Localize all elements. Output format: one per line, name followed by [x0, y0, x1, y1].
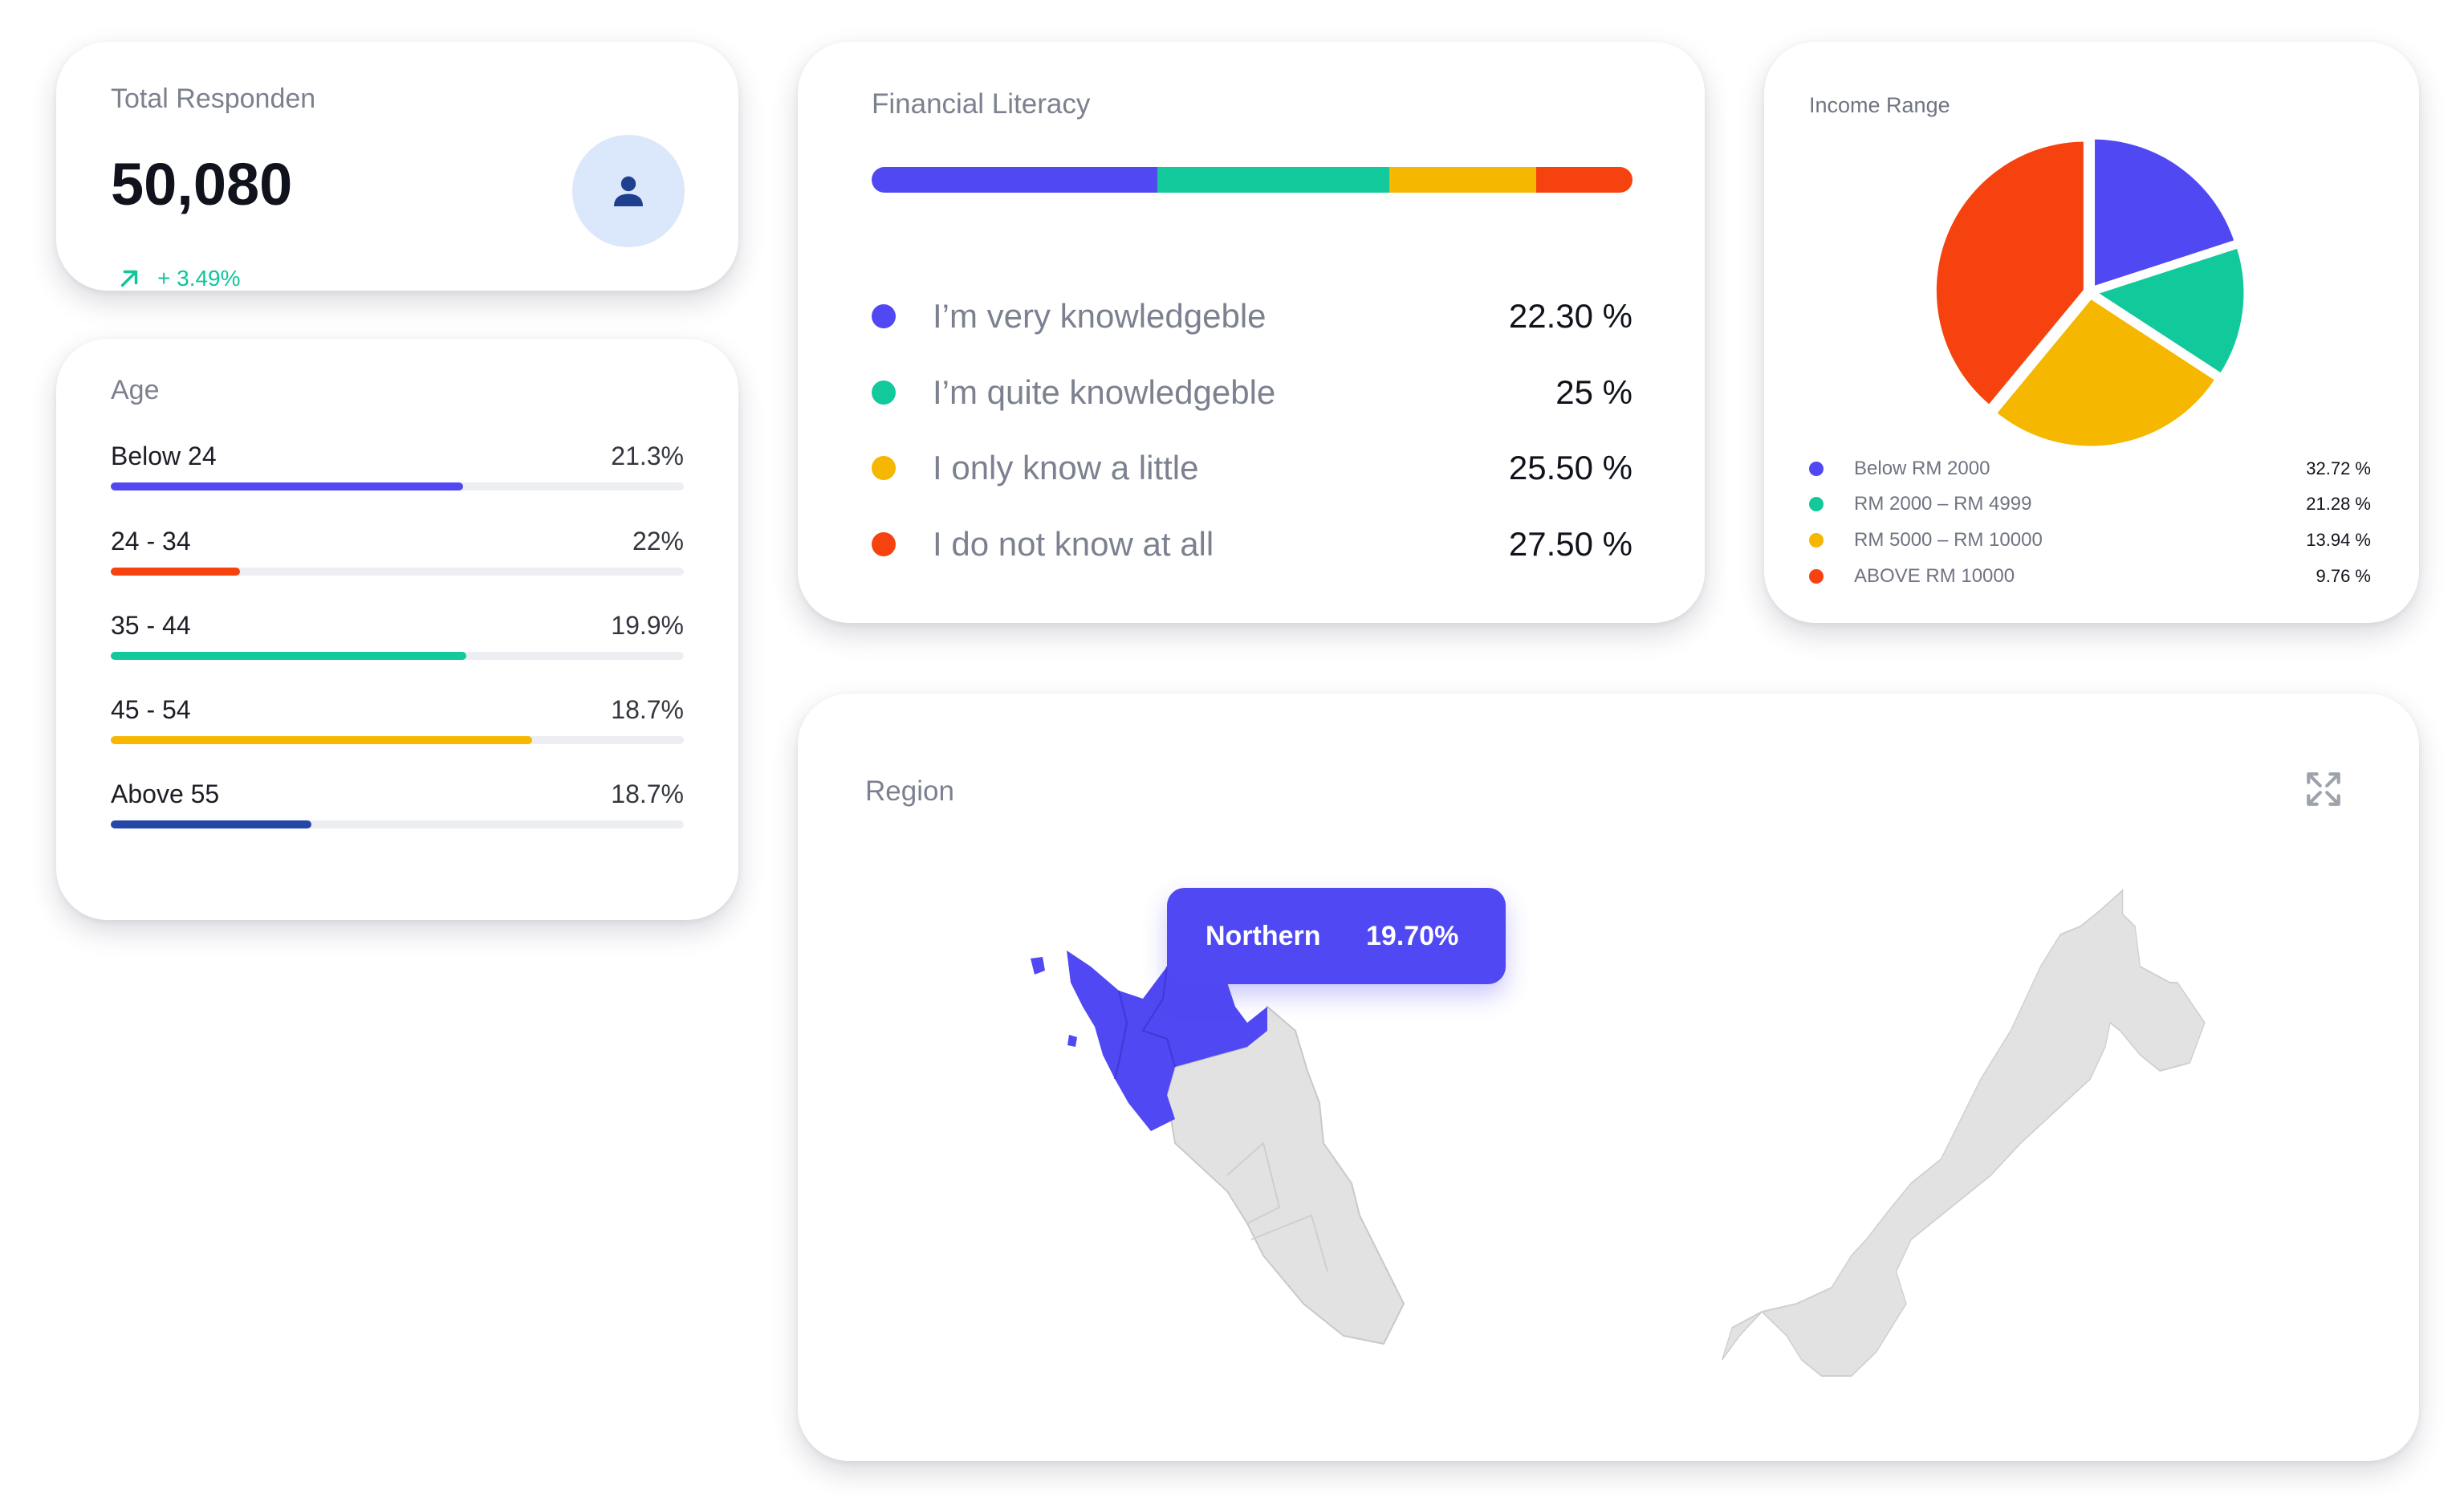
age-row: 45 - 54 18.7% — [111, 695, 684, 744]
avatar — [572, 135, 685, 247]
legend-dot — [1809, 497, 1824, 511]
age-row: 24 - 34 22% — [111, 527, 684, 576]
region-tooltip: Northern 19.70% — [1167, 888, 1506, 984]
tooltip-region-value: 19.70% — [1366, 920, 1459, 951]
literacy-label: I only know a little — [933, 449, 1199, 486]
age-bar-track — [111, 482, 684, 490]
user-icon — [614, 176, 643, 206]
age-bar-track — [111, 652, 684, 660]
total-respondents-card: Total Responden 50,080 + 3.49% — [56, 42, 738, 291]
total-change-text: + 3.49% — [157, 266, 241, 291]
literacy-legend-item: I do not know at all 27.50 % — [872, 525, 1633, 564]
literacy-bar-segment — [1535, 167, 1633, 193]
total-respondents-value: 50,080 — [111, 151, 293, 218]
age-bar-track — [111, 568, 684, 576]
total-respondents-change: + 3.49% — [116, 265, 241, 292]
income-range-card: Income Range Below RM 2000 32.72 % RM 20… — [1764, 42, 2419, 623]
literacy-legend-item: I’m quite knowledgeble 25 % — [872, 373, 1633, 412]
age-bar-fill — [111, 568, 240, 576]
literacy-bar-segment — [1157, 167, 1389, 193]
income-legend-item: ABOVE RM 10000 9.76 % — [1809, 565, 2371, 588]
tooltip-region-name: Northern — [1206, 920, 1321, 951]
age-value: 18.7% — [611, 695, 684, 724]
age-row: Below 24 21.3% — [111, 442, 684, 490]
financial-literacy-card: Financial Literacy I’m very knowledgeble… — [798, 42, 1705, 623]
age-bar-track — [111, 736, 684, 744]
age-label: Below 24 — [111, 442, 217, 470]
legend-dot — [1809, 533, 1824, 547]
income-label: RM 5000 – RM 10000 — [1854, 529, 2043, 551]
age-bar-track — [111, 820, 684, 828]
age-row: Above 55 18.7% — [111, 779, 684, 828]
literacy-bar-segment — [872, 167, 1157, 193]
literacy-label: I’m quite knowledgeble — [933, 373, 1276, 411]
literacy-bar-segment — [1389, 167, 1536, 193]
region-northern-island[interactable] — [1031, 957, 1045, 975]
literacy-value: 27.50 % — [1508, 525, 1633, 563]
age-value: 22% — [632, 527, 684, 556]
age-label: 35 - 44 — [111, 611, 191, 640]
legend-dot — [872, 304, 896, 328]
legend-dot — [872, 381, 896, 405]
income-label: RM 2000 – RM 4999 — [1854, 493, 2032, 515]
legend-dot — [1809, 569, 1824, 584]
legend-dot — [872, 532, 896, 556]
arrow-up-right-icon — [120, 270, 138, 287]
income-value: 21.28 % — [2306, 494, 2371, 514]
age-value: 19.9% — [611, 611, 684, 640]
literacy-label: I’m very knowledgeble — [933, 297, 1267, 335]
age-bar-fill — [111, 820, 311, 828]
age-label: 45 - 54 — [111, 695, 191, 724]
income-value: 9.76 % — [2316, 566, 2372, 586]
income-value: 13.94 % — [2306, 530, 2371, 550]
region-northern-island[interactable] — [1067, 1035, 1077, 1047]
region-card: Region Northern 19.70% — [798, 694, 2419, 1461]
income-range-title: Income Range — [1809, 93, 1950, 117]
legend-dot — [872, 456, 896, 480]
age-value: 21.3% — [611, 442, 684, 470]
literacy-value: 25.50 % — [1508, 449, 1633, 486]
financial-literacy-title: Financial Literacy — [872, 88, 1091, 120]
legend-dot — [1809, 462, 1824, 476]
age-bar-fill — [111, 736, 532, 744]
literacy-value: 25 % — [1555, 373, 1633, 411]
age-card: Age Below 24 21.3% 24 - 34 22% 35 - 44 19.9… — [56, 339, 738, 920]
age-bar-fill — [111, 482, 464, 490]
literacy-value: 22.30 % — [1508, 297, 1633, 335]
literacy-legend-item: I only know a little 25.50 % — [872, 449, 1633, 487]
age-label: Above 55 — [111, 779, 220, 808]
income-value: 32.72 % — [2306, 458, 2371, 478]
income-label: Below RM 2000 — [1854, 458, 1990, 479]
literacy-stacked-bar — [872, 167, 1633, 193]
age-value: 18.7% — [611, 779, 684, 808]
income-label: ABOVE RM 10000 — [1854, 565, 2015, 587]
literacy-legend-item: I’m very knowledgeble 22.30 % — [872, 297, 1633, 336]
age-bar-fill — [111, 652, 466, 660]
age-label: 24 - 34 — [111, 527, 191, 556]
age-title: Age — [111, 375, 160, 405]
total-respondents-title: Total Responden — [111, 83, 316, 114]
age-row: 35 - 44 19.9% — [111, 611, 684, 660]
region-title: Region — [865, 775, 954, 807]
region-map[interactable] — [798, 694, 2419, 1461]
income-legend-item: RM 5000 – RM 10000 13.94 % — [1809, 529, 2371, 552]
region-borneo[interactable] — [1722, 889, 2206, 1377]
income-legend-item: Below RM 2000 32.72 % — [1809, 458, 2371, 480]
expand-icon[interactable] — [2303, 769, 2344, 809]
income-pie-chart — [1932, 135, 2248, 450]
literacy-label: I do not know at all — [933, 525, 1214, 563]
income-legend-item: RM 2000 – RM 4999 21.28 % — [1809, 493, 2371, 515]
